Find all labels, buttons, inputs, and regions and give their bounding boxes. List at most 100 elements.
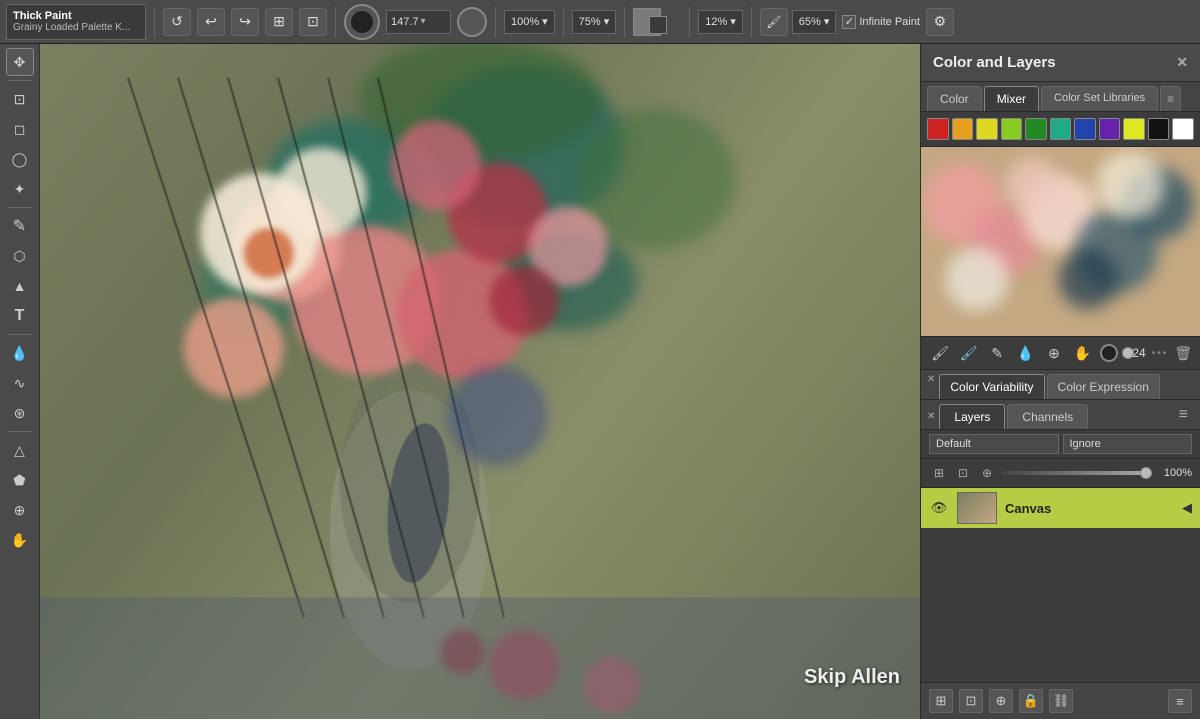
tab-mixer[interactable]: Mixer [984, 86, 1039, 111]
tool-pointer[interactable]: ✥ [6, 48, 34, 76]
bt-icon-merge[interactable]: ⊕ [989, 689, 1013, 713]
tab-color-expression[interactable]: Color Expression [1047, 374, 1160, 399]
zoom-box[interactable]: 100% ▾ [504, 10, 555, 34]
opacity-box[interactable]: 75% ▾ [572, 10, 617, 34]
misc-box[interactable]: 12% ▾ [698, 10, 743, 34]
tab-color-variability[interactable]: Color Variability [939, 374, 1044, 399]
layers-opacity-row: ⊞ ⊡ ⊕ 100% [921, 459, 1200, 488]
swatch-black[interactable] [1148, 118, 1170, 140]
layer-thumbnail [957, 492, 997, 524]
color-tabs: Color Mixer Color Set Libraries ≡ [921, 82, 1200, 112]
composite-select[interactable]: Ignore Composite [1063, 434, 1193, 454]
size-spinbox[interactable]: 147.7 ▾ [386, 10, 451, 34]
bt-icon-layers[interactable]: ⊞ [929, 689, 953, 713]
layer-add-icon[interactable]: ⊞ [929, 463, 949, 483]
bt-icon-chain[interactable]: ⛓ [1049, 689, 1073, 713]
tool-zoom[interactable]: ⊕ [6, 496, 34, 524]
zoom-arrow: ▾ [542, 15, 548, 28]
size-arrow[interactable]: ▾ [421, 16, 426, 27]
tool-hand[interactable]: ✋ [6, 526, 34, 554]
mixer-pen-icon[interactable]: ✎ [986, 341, 1008, 365]
sep2 [335, 7, 336, 37]
layer-opacity-thumb[interactable] [1140, 467, 1152, 479]
painting-canvas[interactable] [40, 44, 920, 719]
lt-sep2 [8, 207, 32, 208]
opacity-value: 75% [579, 16, 601, 28]
mixer-dropper-icon[interactable]: 💧 [1014, 341, 1036, 365]
layer-group-icon[interactable]: ⊡ [953, 463, 973, 483]
swatch-blue[interactable] [1074, 118, 1096, 140]
swatch-orange[interactable] [952, 118, 974, 140]
settings-icon[interactable]: ⚙ [926, 8, 954, 36]
layers-tabs-row: ✕ Layers Channels ≡ [921, 400, 1200, 430]
canvas-layer-row[interactable]: 👁 Canvas ◀ [921, 488, 1200, 528]
tool-pen[interactable]: ⬟ [6, 466, 34, 494]
mixer-hand-icon[interactable]: ✋ [1071, 341, 1093, 365]
sep4 [563, 7, 564, 37]
tool-text[interactable]: T [6, 302, 34, 330]
swatch-teal[interactable] [1050, 118, 1072, 140]
swatch-yellow[interactable] [976, 118, 998, 140]
wrap-icon[interactable]: ⊞ [265, 8, 293, 36]
redo-icon[interactable]: ↪ [231, 8, 259, 36]
layer-hide-icon[interactable]: ◀ [1182, 500, 1192, 516]
right-panel: Color and Layers ✕ Color Mixer Color Set… [920, 44, 1200, 719]
tool-clone[interactable]: ⊛ [6, 399, 34, 427]
bg-color-swatch[interactable] [649, 16, 667, 34]
swatch-yellow2[interactable] [1123, 118, 1145, 140]
tool-shape[interactable]: △ [6, 436, 34, 464]
opacity-arrow: ▾ [604, 15, 610, 28]
mixer-thumb[interactable] [1122, 347, 1134, 359]
tabs-more-icon[interactable]: ≡ [1160, 86, 1181, 111]
layer-visibility-icon[interactable]: 👁 [929, 498, 949, 518]
swatch-red[interactable] [927, 118, 949, 140]
bt-icon-group[interactable]: ⊡ [959, 689, 983, 713]
tool-eraser[interactable]: ⬡ [6, 242, 34, 270]
misc-value: 12% [705, 16, 727, 28]
sep1 [154, 7, 155, 37]
mixer-finger-icon[interactable]: 🖌 [957, 341, 979, 365]
layers-menu-icon[interactable]: ≡ [1173, 406, 1194, 428]
swatch-green[interactable] [1025, 118, 1047, 140]
tab-channels[interactable]: Channels [1007, 404, 1088, 429]
infinite-paint-check[interactable]: ✓ Infinite Paint [842, 15, 920, 29]
panel-title-bar: Color and Layers ✕ [921, 44, 1200, 82]
mixer-dots[interactable]: ••• [1152, 348, 1169, 359]
mixer-canvas[interactable] [921, 147, 1200, 337]
tool-name: Thick Paint [13, 10, 139, 22]
tool-wand[interactable]: ✦ [6, 175, 34, 203]
tab-color-set[interactable]: Color Set Libraries [1041, 86, 1158, 111]
mixer-drawing[interactable] [921, 147, 1200, 336]
tool-fill[interactable]: ▲ [6, 272, 34, 300]
mixer-brush-icon[interactable]: 🖌 [929, 341, 951, 365]
infinite-paint-checkbox[interactable]: ✓ [842, 15, 856, 29]
restore-icon[interactable]: ↺ [163, 8, 191, 36]
main-area: ✥ ⊡ ◻ ◯ ✦ ✎ ⬡ ▲ T 💧 ∿ ⊛ △ ⬟ ⊕ ✋ Skip All… [0, 44, 1200, 719]
tool-crop[interactable]: ⊡ [6, 85, 34, 113]
tool-info: Thick Paint Grainy Loaded Palette K... [6, 4, 146, 40]
brush-opacity-box[interactable]: 65% ▾ [792, 10, 837, 34]
blend-mode-select[interactable]: Default Multiply Screen [929, 434, 1059, 454]
tool-select-rect[interactable]: ◻ [6, 115, 34, 143]
brush-icon[interactable]: 🖌 [760, 8, 788, 36]
color-squares [633, 8, 681, 36]
crop-icon[interactable]: ⊡ [299, 8, 327, 36]
swatch-white[interactable] [1172, 118, 1194, 140]
undo-icon[interactable]: ↩ [197, 8, 225, 36]
bt-icon-lock[interactable]: 🔒 [1019, 689, 1043, 713]
tab-layers[interactable]: Layers [939, 404, 1005, 429]
layer-opacity-slider[interactable] [1001, 471, 1152, 475]
layer-merge-icon[interactable]: ⊕ [977, 463, 997, 483]
tool-lasso[interactable]: ◯ [6, 145, 34, 173]
swatch-purple[interactable] [1099, 118, 1121, 140]
tool-blur[interactable]: ∿ [6, 369, 34, 397]
tab-color[interactable]: Color [927, 86, 982, 111]
tool-brush[interactable]: ✎ [6, 212, 34, 240]
mixer-trash-icon[interactable]: 🗑 [1174, 345, 1192, 362]
swatch-lime[interactable] [1001, 118, 1023, 140]
tool-eyedrop[interactable]: 💧 [6, 339, 34, 367]
panel-close-icon[interactable]: ✕ [1176, 54, 1188, 71]
bt-icon-menu[interactable]: ≡ [1168, 689, 1192, 713]
canvas-area[interactable]: Skip Allen [40, 44, 920, 719]
mixer-zoom-icon[interactable]: ⊕ [1043, 341, 1065, 365]
